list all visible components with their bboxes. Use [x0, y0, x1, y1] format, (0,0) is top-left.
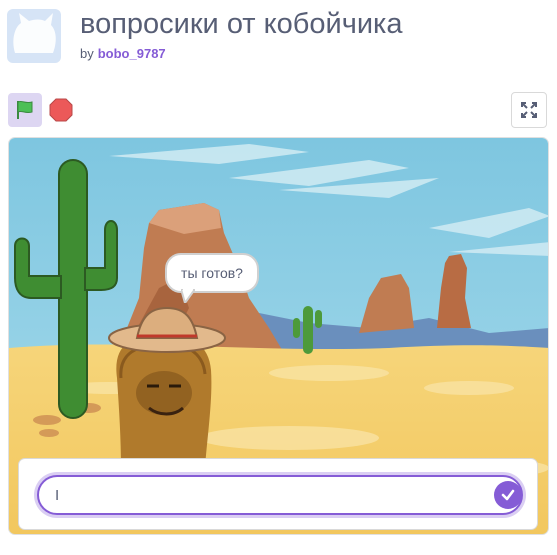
project-header: вопросики от кобойчика by bobo_9787	[0, 0, 557, 80]
submit-answer-button[interactable]	[494, 481, 522, 509]
author-link[interactable]: bobo_9787	[98, 46, 166, 61]
green-flag-button[interactable]	[8, 93, 42, 127]
speech-bubble-tail	[181, 289, 195, 303]
speech-bubble: ты готов?	[165, 253, 259, 293]
player-controls	[0, 90, 557, 132]
by-label: by	[80, 46, 94, 61]
stop-button[interactable]	[48, 97, 74, 123]
author-avatar[interactable]	[7, 9, 61, 63]
project-title: вопросики от кобойчика	[80, 8, 403, 40]
project-byline: by bobo_9787	[80, 46, 166, 61]
fullscreen-icon	[521, 102, 537, 118]
green-flag-icon	[17, 100, 33, 119]
answer-input[interactable]	[37, 475, 523, 515]
scratch-cat-icon	[13, 13, 56, 53]
checkmark-icon	[501, 489, 515, 501]
fullscreen-button[interactable]	[511, 92, 547, 128]
ask-prompt-panel	[18, 458, 538, 530]
stop-sign-icon	[49, 98, 73, 122]
project-stage[interactable]: ты готов?	[8, 137, 549, 535]
